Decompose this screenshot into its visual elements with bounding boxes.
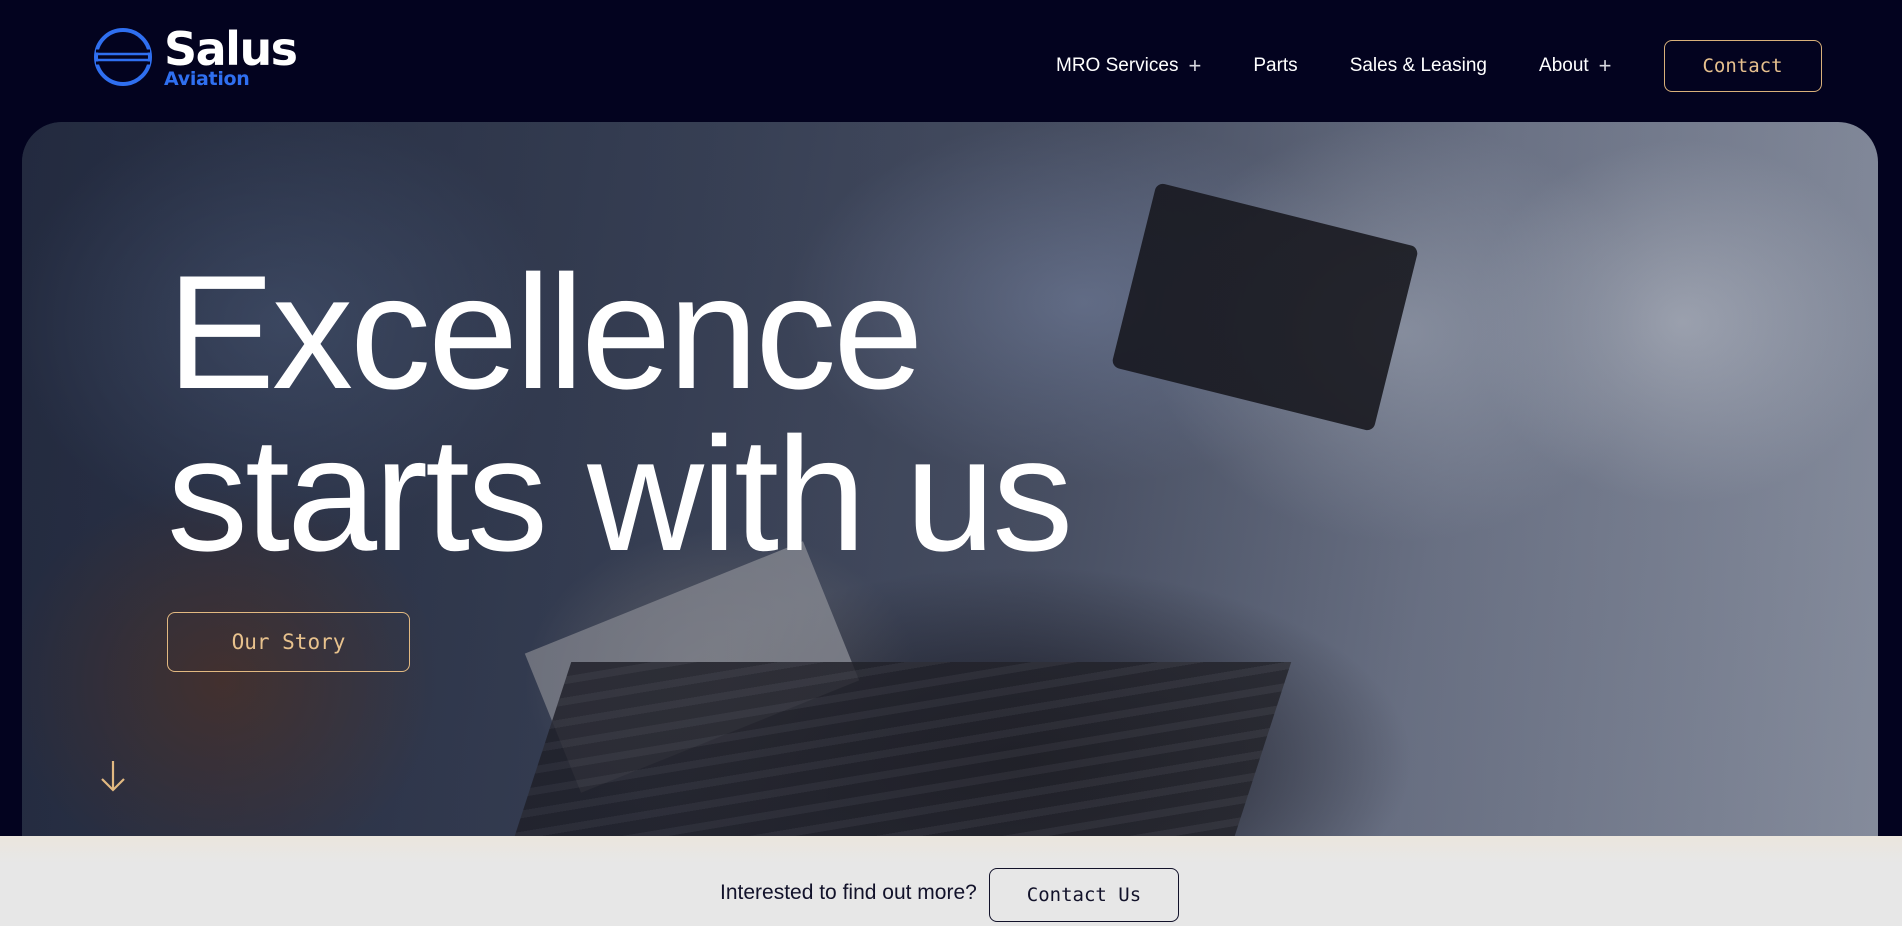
logo-text: Salus Aviation bbox=[164, 21, 298, 90]
plus-icon: + bbox=[1188, 53, 1202, 78]
nav-item-mro-services[interactable]: MRO Services + bbox=[1056, 55, 1201, 77]
nav-item-label: Sales & Leasing bbox=[1349, 55, 1488, 76]
brand-logo[interactable]: Salus Aviation bbox=[92, 24, 302, 90]
nav-item-about[interactable]: About + bbox=[1539, 55, 1612, 77]
nav-item-label: Parts bbox=[1253, 55, 1298, 76]
brand-sub: Aviation bbox=[164, 67, 250, 90]
contact-button[interactable]: Contact bbox=[1663, 40, 1822, 92]
contact-us-button[interactable]: Contact Us bbox=[989, 868, 1179, 922]
hero-title: Excellence starts with us bbox=[167, 252, 1267, 576]
arrow-down-icon[interactable] bbox=[98, 758, 128, 794]
nav-item-label: About bbox=[1539, 55, 1589, 76]
brand-name: Salus bbox=[164, 21, 298, 76]
nav-item-parts[interactable]: Parts bbox=[1253, 55, 1297, 77]
plus-icon: + bbox=[1598, 53, 1612, 78]
globe-icon bbox=[94, 28, 152, 86]
site-header: Salus Aviation MRO Services + Parts Sale… bbox=[0, 0, 1902, 122]
nav-item-sales-leasing[interactable]: Sales & Leasing bbox=[1350, 55, 1487, 77]
hero-section: Excellence starts with us Our Story bbox=[22, 122, 1878, 836]
main-nav: MRO Services + Parts Sales & Leasing Abo… bbox=[1056, 40, 1822, 92]
our-story-button[interactable]: Our Story bbox=[167, 612, 410, 672]
cta-text: Interested to find out more? bbox=[720, 881, 977, 904]
hero-title-line-1: Excellence bbox=[167, 242, 923, 423]
nav-item-label: MRO Services bbox=[1056, 55, 1179, 76]
hero-title-line-2: starts with us bbox=[167, 404, 1073, 585]
contact-cta-bar: Interested to find out more? Contact Us bbox=[0, 836, 1902, 926]
